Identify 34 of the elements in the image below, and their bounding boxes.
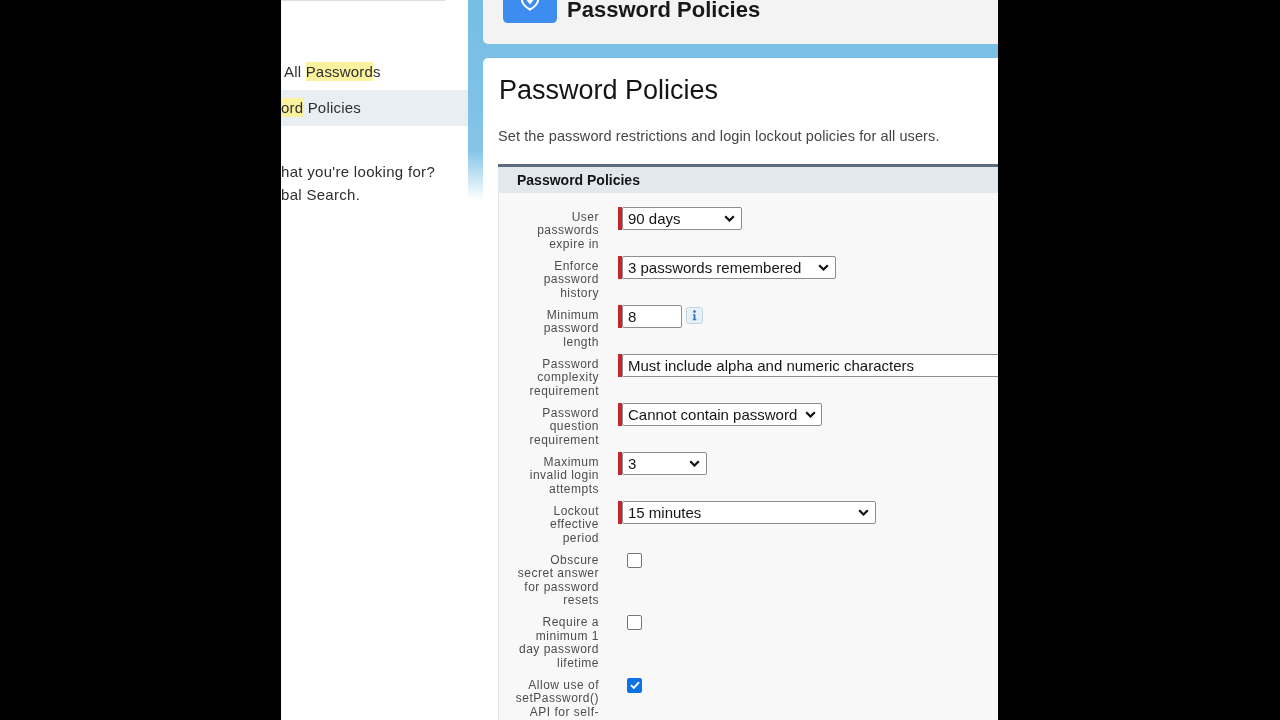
info-icon[interactable]: [686, 306, 703, 324]
chevron-down-icon: [689, 459, 700, 467]
help-text: hat you're looking for? bal Search.: [281, 162, 436, 205]
checkbox[interactable]: [627, 677, 642, 693]
dropdown[interactable]: 3 passwords remembered: [622, 255, 836, 279]
page-title: Password Policies: [499, 74, 719, 106]
checkbox[interactable]: [627, 615, 642, 631]
sidebar-item[interactable]: ord Policies: [281, 90, 468, 126]
dropdown[interactable]: Must include alpha and numeric characters: [622, 353, 998, 377]
field-label: Require a minimum 1 day password lifetime: [517, 614, 599, 671]
header-title: Password Policies: [567, 0, 761, 20]
field-label: Password complexity requirement: [528, 355, 599, 399]
field-label: Lockout effective period: [549, 502, 599, 546]
chevron-down-icon: [724, 214, 735, 222]
page-description: Set the password restrictions and login lockout policies for all users.: [498, 126, 940, 145]
field-label: Enforce password history: [542, 257, 599, 301]
field-label: Password question requirement: [528, 404, 599, 448]
chevron-down-icon: [805, 410, 817, 418]
checkbox[interactable]: [627, 552, 642, 568]
checkmark-icon: [629, 681, 640, 690]
section-header: Password Policies: [498, 166, 998, 193]
field-label: Minimum password length: [542, 306, 599, 350]
chevron-down-icon: [818, 263, 829, 271]
chevron-down-icon: [858, 508, 869, 516]
field-label: User passwords expire in: [536, 208, 599, 252]
field-label: Maximum invalid login attempts: [528, 453, 599, 497]
dropdown[interactable]: Cannot contain password: [622, 402, 822, 426]
field-label: Allow use of setPassword() API for self-: [515, 676, 599, 720]
dropdown[interactable]: 90 days: [622, 206, 742, 230]
dropdown[interactable]: 3: [622, 451, 707, 475]
sidebar-item[interactable]: All Passwords: [281, 54, 468, 90]
field-label: Obscure secret answer for password resets: [516, 551, 599, 608]
dropdown[interactable]: 15 minutes: [622, 500, 876, 524]
text-input[interactable]: 8: [622, 304, 682, 328]
